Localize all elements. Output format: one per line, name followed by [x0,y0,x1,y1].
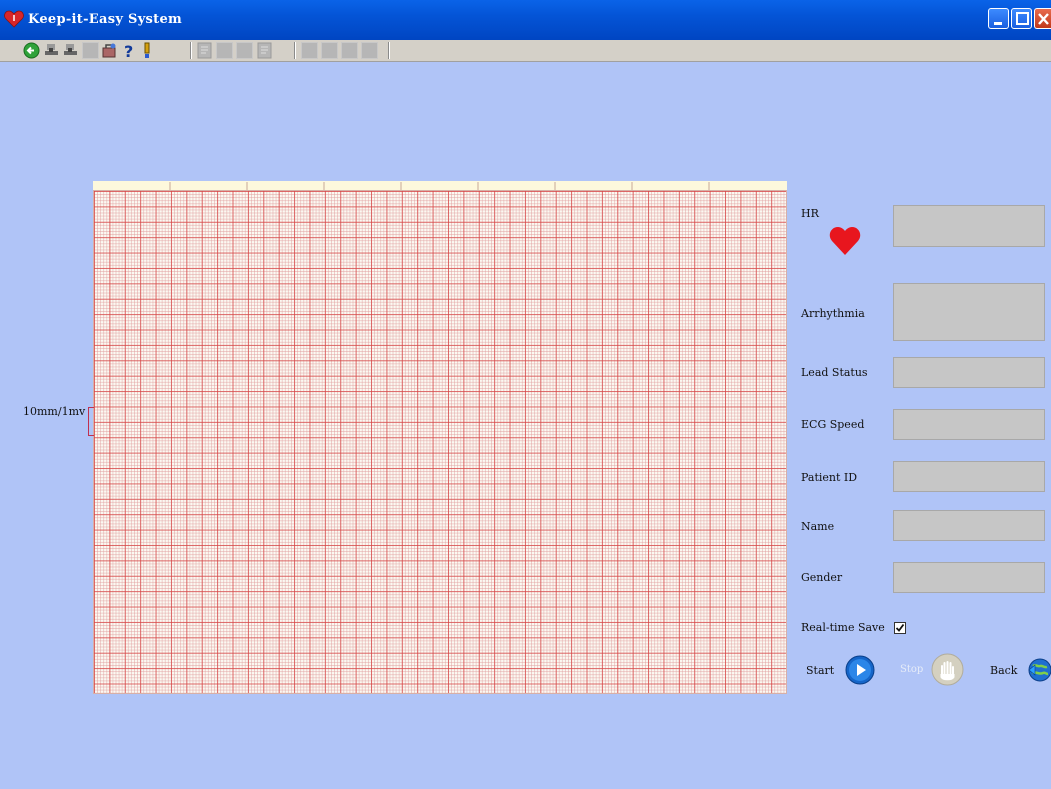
ecg-speed-value-field [893,409,1045,440]
window-title: Keep-it-Easy System [28,12,183,27]
stamp-icon[interactable] [43,42,60,59]
disabled-tool-button[interactable] [301,42,318,59]
toolbar-separator [190,42,192,59]
calibration-pulse [88,407,94,436]
patient-id-label: Patient ID [801,471,858,484]
start-label[interactable]: Start [806,664,834,677]
disabled-tool-button[interactable] [341,42,358,59]
gender-label: Gender [801,571,843,584]
arrhythmia-label: Arrhythmia [801,307,865,320]
checkmark-icon [895,623,905,632]
exclamation-icon[interactable] [138,42,155,59]
disabled-tool-button[interactable] [321,42,338,59]
minimize-icon [994,22,1002,25]
hr-value-field [893,205,1045,247]
arrhythmia-value-field [893,283,1045,341]
stop-label[interactable]: Stop [900,664,923,675]
realtime-save-checkbox[interactable] [894,622,906,634]
disabled-tool-button[interactable] [82,42,99,59]
patient-id-field[interactable] [893,461,1045,492]
back-label[interactable]: Back [990,664,1017,677]
back-arrow-icon[interactable] [23,42,40,59]
disabled-tool-button[interactable] [361,42,378,59]
close-icon [1038,13,1049,25]
realtime-save-label: Real-time Save [801,621,885,634]
disabled-tool-button[interactable] [236,42,253,59]
svg-text:?: ? [124,42,133,59]
toolbar-separator [294,42,296,59]
document-icon[interactable] [256,42,273,59]
lead-status-value-field [893,357,1045,388]
document-icon[interactable] [196,42,213,59]
hr-label: HR [801,207,819,220]
ecg-scale-label: 10mm/1mv [23,405,86,418]
disabled-tool-button[interactable] [216,42,233,59]
heart-app-icon [4,10,24,28]
toolbar: ? [0,40,1051,62]
ecg-grid [93,190,787,694]
minimize-button[interactable] [988,8,1009,29]
title-bar[interactable]: Keep-it-Easy System [0,0,1051,41]
name-field[interactable] [893,510,1045,541]
gender-field[interactable] [893,562,1045,593]
maximize-icon [1016,12,1029,25]
stamp-icon[interactable] [62,42,79,59]
back-globe-icon[interactable] [1027,657,1051,683]
lead-status-label: Lead Status [801,366,868,379]
tools-icon[interactable] [101,42,118,59]
help-icon[interactable]: ? [120,42,137,59]
name-label: Name [801,520,835,533]
close-button[interactable] [1034,8,1051,29]
ecg-speed-label: ECG Speed [801,418,865,431]
stop-hand-icon[interactable] [931,653,964,686]
maximize-button[interactable] [1011,8,1032,29]
heart-icon [829,227,861,255]
toolbar-separator [388,42,390,59]
play-icon[interactable] [845,655,875,685]
